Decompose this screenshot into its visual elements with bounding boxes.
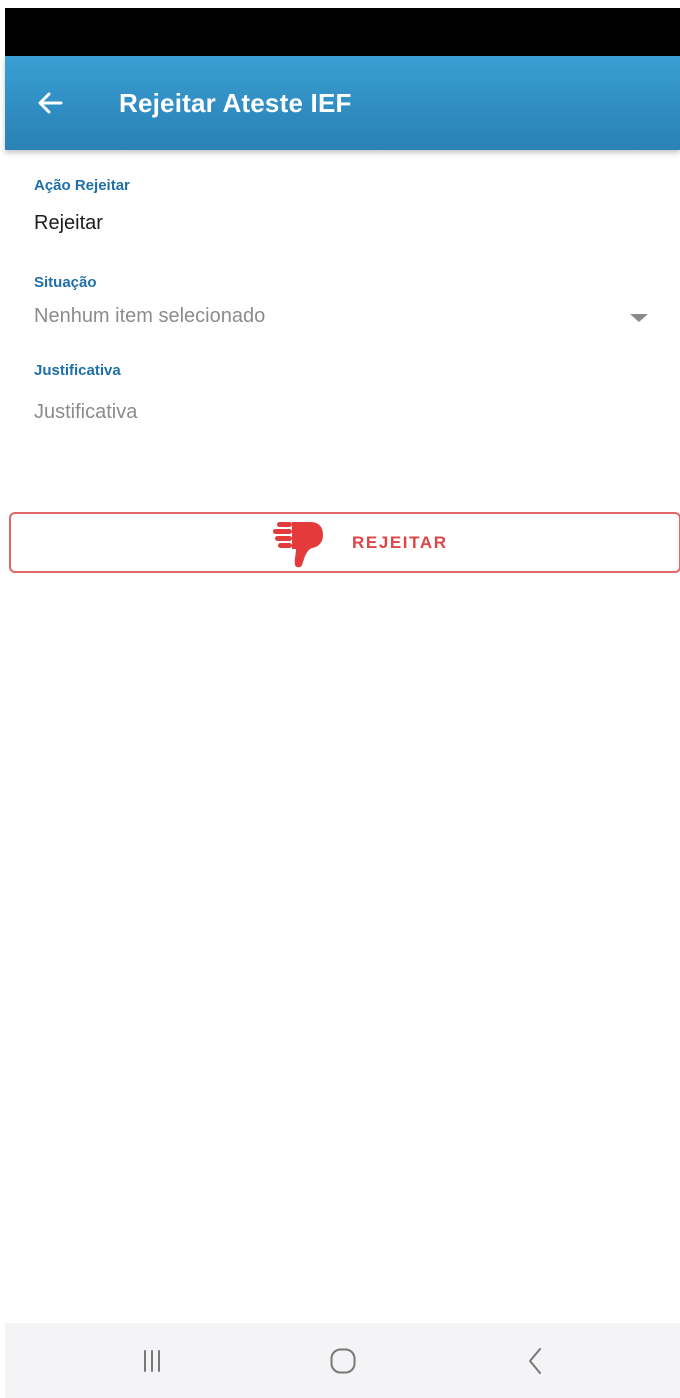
home-icon: [330, 1348, 356, 1374]
back-chevron-icon: [529, 1348, 541, 1374]
status-bar: [5, 8, 680, 56]
thumbs-down-icon: [273, 522, 323, 568]
screen: Rejeitar Ateste IEF Ação Rejeitar Rejeit…: [0, 0, 680, 1398]
system-nav-bar: [5, 1323, 680, 1398]
situacao-select[interactable]: Nenhum item selecionado: [28, 300, 658, 336]
justificativa-input[interactable]: Justificativa: [34, 400, 654, 424]
caret-down-icon: [630, 314, 648, 322]
situacao-label: Situação: [34, 274, 97, 291]
acao-rejeitar-value: Rejeitar: [34, 212, 103, 234]
arrow-left-icon: [38, 92, 63, 114]
rejeitar-button[interactable]: REJEITAR: [9, 512, 680, 573]
home-button[interactable]: [321, 1343, 365, 1379]
situacao-placeholder: Nenhum item selecionado: [34, 305, 266, 327]
recents-button[interactable]: [130, 1343, 174, 1379]
back-button[interactable]: [33, 86, 67, 120]
rejeitar-button-label: REJEITAR: [352, 533, 448, 552]
app-bar: Rejeitar Ateste IEF: [5, 56, 680, 150]
acao-rejeitar-label: Ação Rejeitar: [34, 177, 130, 194]
justificativa-label: Justificativa: [34, 362, 121, 379]
system-back-button[interactable]: [513, 1343, 557, 1379]
page-title: Rejeitar Ateste IEF: [119, 88, 352, 118]
recents-icon: [144, 1350, 160, 1372]
